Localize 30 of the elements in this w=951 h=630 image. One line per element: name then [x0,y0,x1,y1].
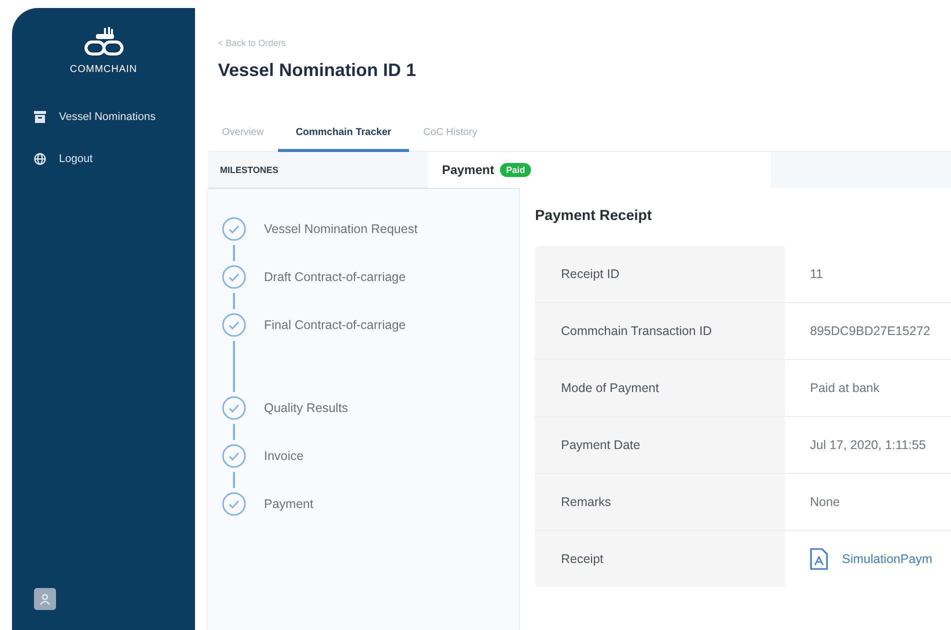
card-title: Payment Receipt [535,208,653,224]
archive-icon [34,111,46,123]
avatar-icon[interactable] [34,588,56,610]
section-heading: Payment [442,163,494,177]
milestone-label[interactable]: Vessel Nomination Request [264,222,418,236]
milestones-heading: MILESTONES [220,165,278,175]
pdf-file-icon [810,548,828,570]
status-badge: Paid [500,163,532,177]
table-cell-text: Receipt [560,551,604,568]
file-link[interactable]: SimulationPaym [842,552,932,566]
table-cell-text: Mode of Payment [560,380,660,397]
table-cell-text: Remarks [560,494,612,511]
page-title: Vessel Nomination ID 1 [218,60,416,81]
table-cell: 11 [810,267,823,281]
table-cell-text: Commchain Transaction ID [560,323,713,340]
nav-item[interactable]: Logout [34,153,195,165]
milestone-label[interactable]: Draft Contract-of-carriage [264,270,406,284]
logo-text: COMMCHAIN [70,64,138,75]
milestone-label[interactable]: Payment [264,497,314,511]
globe-icon [34,153,46,165]
table-cell-text: Receipt ID [560,266,620,283]
table-cell-text: Payment Date [560,437,642,454]
table-cell: 895DC9BD27E15272 [810,324,930,338]
milestone-label[interactable]: Invoice [264,449,304,463]
table-cell: Paid at bank [810,381,880,395]
nav-item[interactable]: Vessel Nominations [34,111,195,123]
table-cell: Jul 17, 2020, 1:11:55 [810,438,926,452]
milestone-label[interactable]: Final Contract-of-carriage [264,318,406,332]
table-cell: None [810,495,840,509]
milestone-label[interactable]: Quality Results [264,401,348,415]
